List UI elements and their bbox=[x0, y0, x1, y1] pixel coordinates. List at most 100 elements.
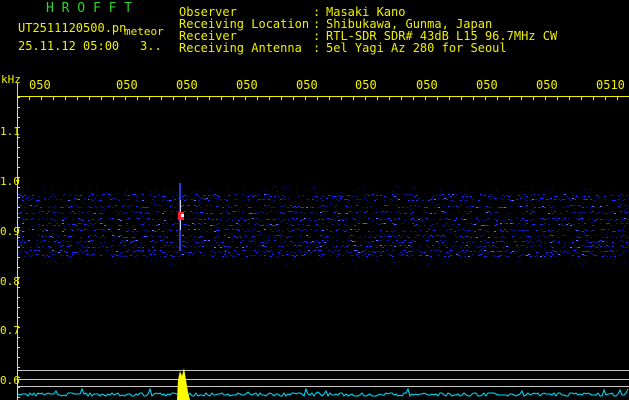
band-pixel bbox=[520, 206, 522, 207]
band-pixel bbox=[330, 255, 332, 256]
band-pixel bbox=[62, 220, 64, 221]
band-pixel bbox=[186, 242, 188, 243]
noise-pixel bbox=[546, 187, 547, 188]
band-pixel bbox=[170, 219, 172, 220]
band-pixel bbox=[200, 207, 202, 208]
band-pixel bbox=[526, 223, 528, 224]
noise-pixel bbox=[606, 234, 607, 235]
band-pixel bbox=[52, 212, 54, 213]
band-pixel bbox=[494, 246, 496, 247]
noise-pixel bbox=[44, 199, 45, 200]
noise-pixel bbox=[166, 204, 167, 205]
band-pixel bbox=[438, 235, 440, 236]
noise-pixel bbox=[173, 264, 174, 265]
band-pixel bbox=[140, 246, 142, 247]
noise-pixel bbox=[93, 193, 94, 194]
band-pixel bbox=[208, 200, 210, 201]
band-pixel bbox=[290, 211, 292, 212]
band-pixel bbox=[504, 223, 506, 224]
band-pixel bbox=[144, 245, 146, 246]
band-pixel bbox=[444, 218, 446, 219]
band-pixel bbox=[102, 223, 104, 224]
band-pixel bbox=[490, 251, 492, 252]
noise-pixel bbox=[147, 187, 148, 188]
band-pixel bbox=[176, 223, 178, 224]
band-pixel bbox=[480, 229, 482, 230]
band-pixel bbox=[108, 229, 110, 230]
band-pixel bbox=[164, 256, 166, 257]
band-pixel bbox=[442, 199, 444, 200]
noise-pixel bbox=[558, 241, 559, 242]
band-pixel bbox=[520, 245, 522, 246]
noise-pixel bbox=[266, 223, 267, 224]
noise-pixel bbox=[277, 227, 278, 228]
band-pixel bbox=[604, 213, 606, 214]
band-pixel bbox=[156, 211, 158, 212]
band-pixel bbox=[76, 225, 78, 226]
noise-pixel bbox=[227, 189, 228, 190]
noise-pixel bbox=[108, 262, 109, 263]
noise-pixel bbox=[263, 198, 264, 199]
band-pixel bbox=[556, 220, 558, 221]
band-pixel bbox=[290, 252, 292, 253]
band-pixel bbox=[528, 254, 530, 255]
band-pixel bbox=[590, 246, 592, 247]
band-pixel bbox=[214, 255, 216, 256]
noise-pixel bbox=[149, 248, 150, 249]
band-pixel bbox=[452, 246, 454, 247]
band-pixel bbox=[594, 255, 596, 256]
band-pixel bbox=[478, 229, 480, 230]
band-pixel bbox=[440, 219, 442, 220]
band-pixel bbox=[402, 230, 404, 231]
band-pixel bbox=[182, 224, 184, 225]
band-pixel bbox=[396, 224, 398, 225]
band-pixel bbox=[294, 256, 296, 257]
band-pixel bbox=[380, 240, 382, 241]
band-pixel bbox=[614, 220, 616, 221]
band-pixel bbox=[316, 240, 318, 241]
band-pixel bbox=[52, 219, 54, 220]
noise-pixel bbox=[339, 229, 340, 230]
band-pixel bbox=[542, 224, 544, 225]
band-pixel bbox=[446, 199, 448, 200]
band-pixel bbox=[266, 194, 268, 195]
band-pixel bbox=[270, 229, 272, 230]
band-pixel bbox=[340, 196, 342, 197]
band-pixel bbox=[398, 207, 400, 208]
band-pixel bbox=[392, 256, 394, 257]
noise-pixel bbox=[172, 189, 173, 190]
band-pixel bbox=[366, 211, 368, 212]
noise-pixel bbox=[265, 262, 266, 263]
band-pixel bbox=[518, 206, 520, 207]
noise-pixel bbox=[265, 241, 266, 242]
noise-pixel bbox=[192, 239, 193, 240]
band-pixel bbox=[574, 212, 576, 213]
band-pixel bbox=[416, 200, 418, 201]
band-pixel bbox=[22, 196, 24, 197]
band-pixel bbox=[290, 231, 292, 232]
band-pixel bbox=[256, 195, 258, 196]
noise-pixel bbox=[590, 208, 591, 209]
band-pixel bbox=[608, 223, 610, 224]
noise-pixel bbox=[187, 262, 188, 263]
band-pixel bbox=[100, 255, 102, 256]
band-pixel bbox=[146, 207, 148, 208]
band-pixel bbox=[262, 251, 264, 252]
band-pixel bbox=[290, 241, 292, 242]
band-pixel bbox=[532, 205, 534, 206]
noise-pixel bbox=[45, 199, 46, 200]
band-pixel bbox=[218, 198, 220, 199]
band-pixel bbox=[192, 254, 194, 255]
band-pixel bbox=[540, 224, 542, 225]
band-pixel bbox=[336, 205, 338, 206]
band-pixel bbox=[38, 212, 40, 213]
band-pixel bbox=[238, 224, 240, 225]
noise-pixel bbox=[511, 201, 512, 202]
band-pixel bbox=[300, 252, 302, 253]
band-pixel bbox=[576, 196, 578, 197]
time-label: 050 bbox=[176, 78, 198, 92]
band-pixel bbox=[468, 206, 470, 207]
band-pixel bbox=[424, 252, 426, 253]
band-pixel bbox=[608, 246, 610, 247]
noise-pixel bbox=[613, 253, 614, 254]
